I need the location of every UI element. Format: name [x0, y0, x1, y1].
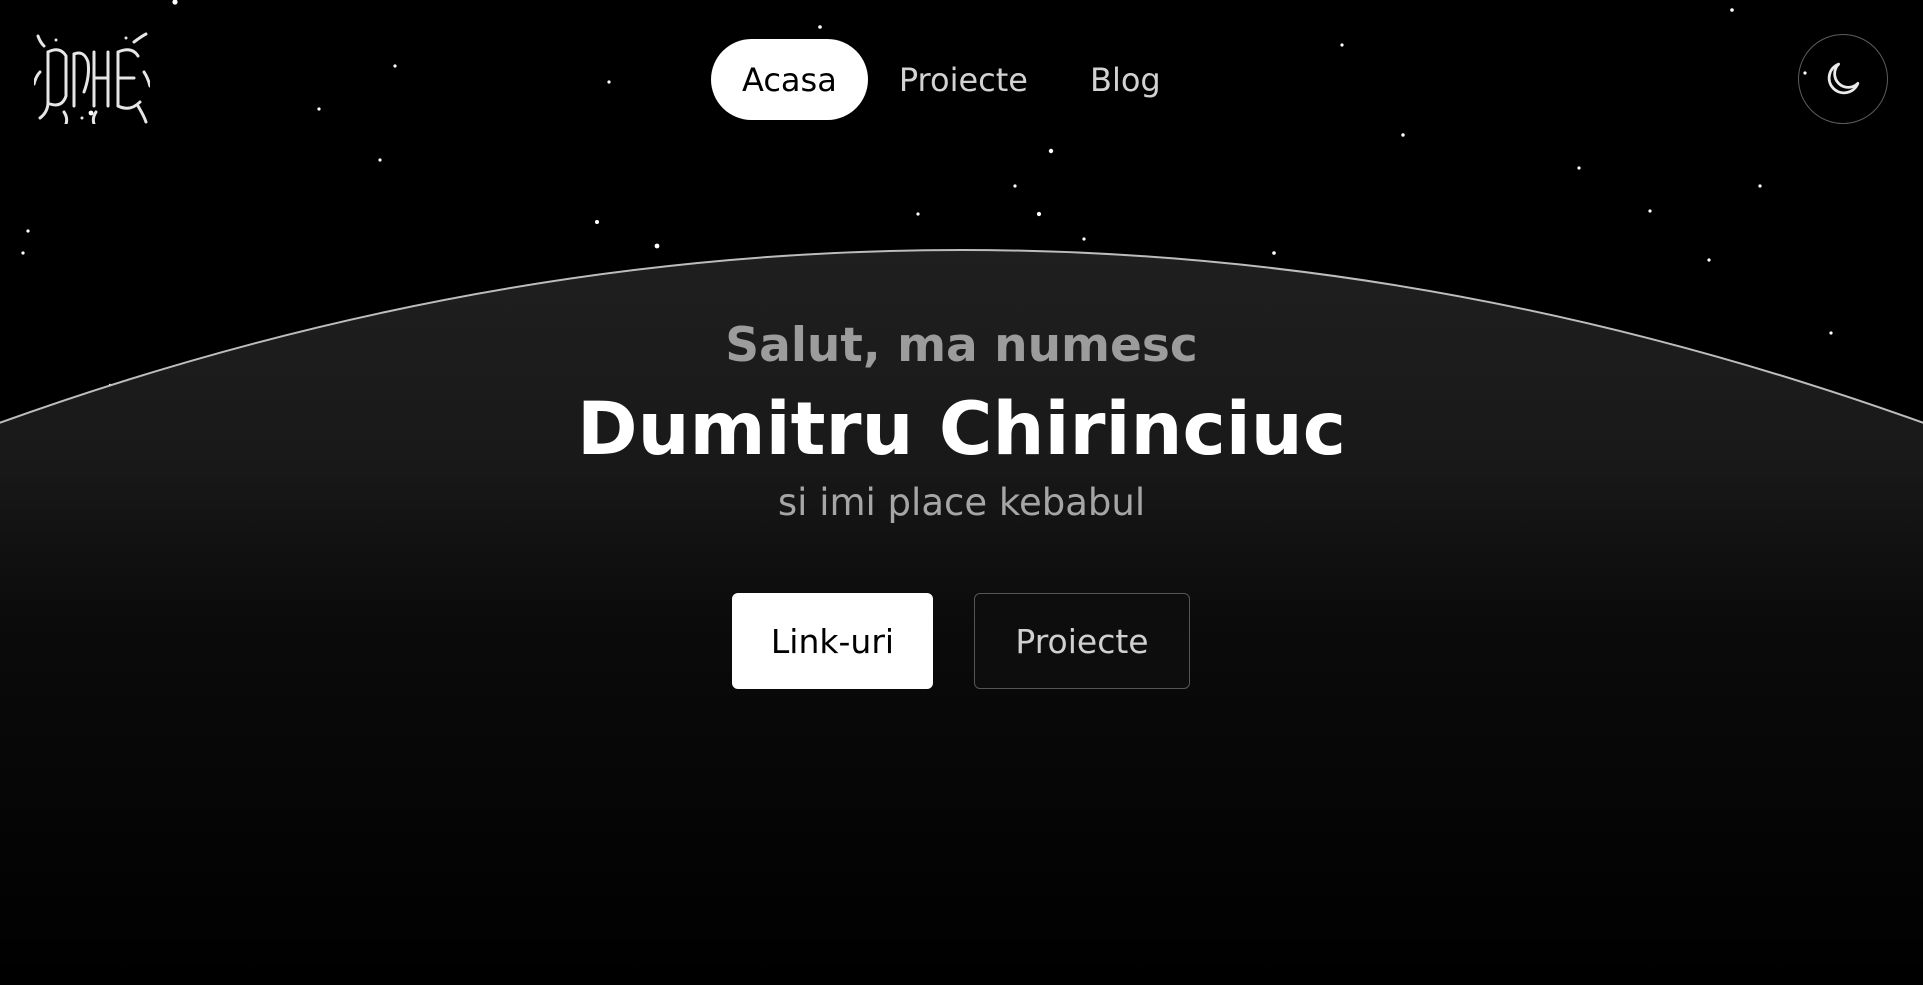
hero-greeting: Salut, ma numesc: [725, 318, 1198, 373]
logo-mark-icon: [32, 32, 152, 126]
hero-name: Dumitru Chirinciuc: [576, 387, 1347, 472]
nav-item-proiecte[interactable]: Proiecte: [868, 39, 1059, 120]
hero-tagline: si imi place kebabul: [777, 481, 1146, 524]
main-nav: Acasa Proiecte Blog: [711, 39, 1192, 120]
moon-icon: [1827, 62, 1860, 95]
projects-button[interactable]: Proiecte: [974, 593, 1190, 689]
nav-item-blog[interactable]: Blog: [1059, 39, 1192, 120]
theme-toggle-button[interactable]: [1798, 34, 1888, 124]
logo[interactable]: [32, 32, 152, 126]
page: Acasa Proiecte Blog Salut, ma numesc Dum…: [0, 0, 1923, 985]
links-button[interactable]: Link-uri: [732, 593, 933, 689]
nav-item-acasa[interactable]: Acasa: [711, 39, 868, 120]
